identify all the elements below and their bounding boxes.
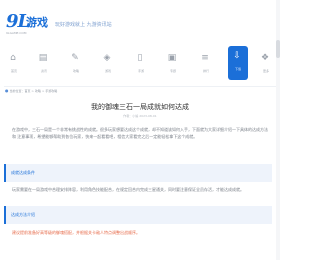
nav-divider — [4, 86, 276, 87]
body-paragraph-1: 玩家需要在一局游戏中合理安排阵容，利用角色技能配合，在规定回合内完成三星通关，同… — [12, 186, 270, 193]
breadcrumb-text: 当前位置：首页 > 攻略 > 手游攻略 — [9, 89, 58, 93]
nav-item-game[interactable]: ◈ 游戏 — [98, 48, 118, 80]
section-heading-conditions: 成就达成条件 — [4, 164, 272, 182]
nav-label: 更多 — [262, 69, 269, 73]
nav-label: 资讯 — [40, 69, 47, 73]
section-title: 成就达成条件 — [11, 170, 35, 175]
body-paragraph-2: 建议提前准备好高等级的御魂搭配，并根据关卡敌人特点调整出战顺序。 — [12, 229, 270, 236]
section-heading-method: 达成方法介绍 — [4, 206, 272, 224]
topic-icon: ▣ — [167, 53, 177, 63]
nav-item-mobile[interactable]: ▯ 手游 — [131, 48, 151, 80]
site-slogan: 玩好游戏就上 九游资讯站 — [55, 22, 112, 28]
nav-label: 首页 — [10, 69, 17, 73]
guide-icon: ✎ — [71, 53, 79, 63]
location-icon: ● — [5, 88, 9, 93]
section-title: 达成方法介绍 — [11, 212, 35, 217]
nav-label: 专题 — [169, 69, 176, 73]
nav-item-active[interactable]: ⇩ 下载 — [228, 46, 248, 80]
rank-icon: ≡ — [201, 53, 209, 63]
nav-label: 攻略 — [72, 69, 79, 73]
more-icon: ❖ — [260, 53, 270, 63]
article-meta: 作者：小编 2023-08-01 — [123, 114, 157, 118]
nav-item-guide[interactable]: ✎ 攻略 — [66, 48, 86, 80]
page: 9L 游戏 9LGAME.COM 玩好游戏就上 九游资讯站 ⌂ 首页 ▤ 资讯 … — [0, 0, 280, 260]
scrollbar[interactable] — [276, 0, 280, 260]
site-logo[interactable]: 9L 游戏 — [6, 11, 50, 33]
body-text-2: 建议提前准备好高等级的御魂搭配，并根据关卡敌人特点调整出战顺序。 — [12, 230, 140, 235]
article-title: 我的御魂三石一局成就如何达成 — [91, 103, 189, 111]
nav-item-more[interactable]: ❖ 更多 — [256, 48, 276, 80]
home-icon: ⌂ — [10, 53, 16, 63]
phone-icon: ▯ — [137, 53, 143, 63]
nav-item-topic[interactable]: ▣ 专题 — [163, 48, 183, 80]
gamepad-icon: ◈ — [103, 53, 111, 63]
intro-paragraph: 在游戏中，三石一局是一个非常有挑战性的成就。很多玩家想要达成这个成就，却不知道该… — [12, 126, 270, 140]
nav-item-rank[interactable]: ≡ 排行 — [196, 48, 216, 80]
breadcrumb[interactable]: ● 当前位置：首页 > 攻略 > 手游攻略 — [5, 88, 57, 93]
scroll-thumb[interactable] — [276, 40, 280, 58]
nav-label: 游戏 — [104, 69, 111, 73]
nav-item-home[interactable]: ⌂ 首页 — [4, 48, 24, 80]
news-icon: ▤ — [38, 53, 48, 63]
body-text-1: 玩家需要在一局游戏中合理安排阵容，利用角色技能配合，在规定回合内完成三星通关，同… — [12, 187, 244, 192]
logo-text: 游戏 — [26, 16, 48, 29]
intro-text-2: 注意事项，希望能够帮助到各位玩家，快来一起看看吧，相信大家看完之后一定能轻松拿下… — [17, 134, 198, 139]
nav-item-news[interactable]: ▤ 资讯 — [34, 48, 54, 80]
main-nav: ⌂ 首页 ▤ 资讯 ✎ 攻略 ◈ 游戏 ▯ 手游 ▣ 专题 ≡ 排行 ⇩ 下载 — [0, 45, 280, 83]
nav-label: 排行 — [202, 69, 209, 73]
nav-label: 手游 — [137, 69, 144, 73]
download-icon: ⇩ — [233, 51, 241, 61]
site-header: 9L 游戏 9LGAME.COM 玩好游戏就上 九游资讯站 — [0, 0, 280, 40]
logo-subtitle: 9LGAME.COM — [6, 31, 27, 35]
nav-label: 下载 — [234, 67, 241, 71]
